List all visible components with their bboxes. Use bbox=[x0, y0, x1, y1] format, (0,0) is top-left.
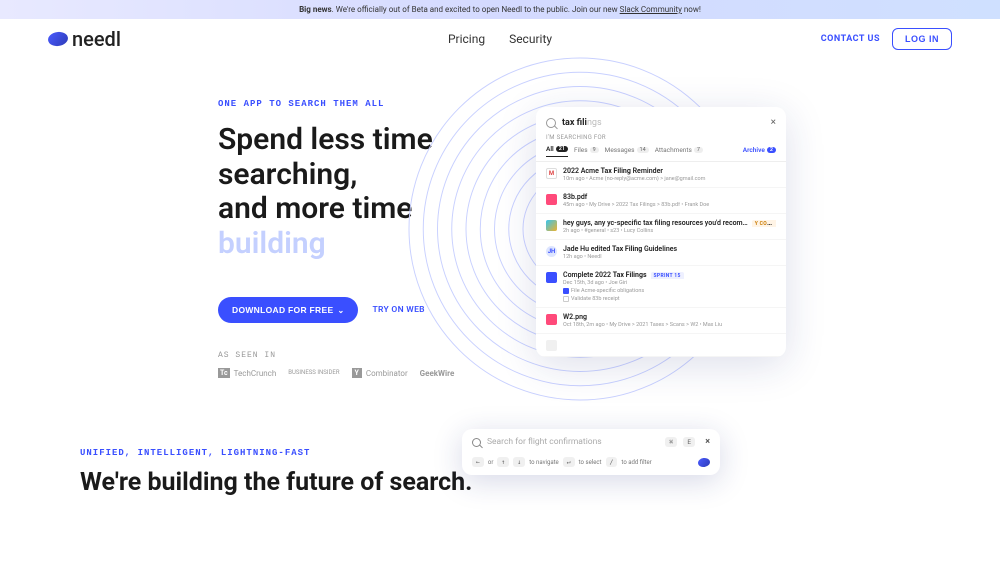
download-label: DOWNLOAD FOR FREE bbox=[232, 305, 333, 315]
tab-files[interactable]: Files9 bbox=[574, 146, 599, 157]
kbd-e: E bbox=[683, 437, 695, 447]
tab-attachments[interactable]: Attachments7 bbox=[655, 146, 703, 157]
app-mockup: tax filings × I'M SEARCHING FOR All21 Fil… bbox=[536, 107, 786, 357]
checkbox-icon bbox=[563, 288, 569, 294]
site-header: needl Pricing Security CONTACT US LOG IN bbox=[0, 19, 1000, 59]
hint-or: or bbox=[488, 459, 493, 466]
close-icon[interactable]: × bbox=[771, 117, 776, 128]
result-meta: Dec 15th, 3d ago • Joe Giri bbox=[563, 280, 776, 286]
banner-bold: Big news bbox=[299, 5, 332, 14]
results-list: M 2022 Acme Tax Filing Reminder 10m ago … bbox=[536, 162, 786, 357]
logo-text: needl bbox=[72, 27, 121, 51]
hint-filter: to add filter bbox=[621, 459, 651, 466]
seen-label: AS SEEN IN bbox=[218, 351, 528, 360]
doc-icon bbox=[546, 272, 557, 283]
result-title: W2.png bbox=[563, 313, 776, 321]
query-ghost: ngs bbox=[587, 118, 602, 128]
mockup-search-bar: tax filings × bbox=[536, 117, 786, 134]
tab-archive[interactable]: Archive2 bbox=[743, 146, 776, 157]
tab-all[interactable]: All21 bbox=[546, 145, 568, 157]
kbd-down-icon: ↓ bbox=[513, 457, 525, 467]
command-bar: Search for flight confirmations ⌘ E × ← … bbox=[462, 429, 720, 475]
header-actions: CONTACT US LOG IN bbox=[821, 28, 952, 50]
kbd-enter-icon: ↵ bbox=[563, 457, 575, 467]
hero-copy: ONE APP TO SEARCH THEM ALL Spend less ti… bbox=[218, 99, 528, 378]
hero-section: ONE APP TO SEARCH THEM ALL Spend less ti… bbox=[0, 59, 1000, 378]
result-title: hey guys, any yc-specific tax filing res… bbox=[563, 219, 776, 227]
slack-icon bbox=[546, 220, 557, 231]
logo[interactable]: needl bbox=[48, 27, 121, 51]
hero-headline: Spend less time searching, and more time… bbox=[218, 123, 528, 261]
checkbox-icon bbox=[563, 296, 569, 302]
banner-text: . We're officially out of Beta and excit… bbox=[332, 5, 620, 14]
kbd-up-icon: ↑ bbox=[497, 457, 509, 467]
result-row[interactable]: 83b.pdf 45m ago • My Drive > 2022 Tax Fi… bbox=[536, 188, 786, 214]
nav-pricing[interactable]: Pricing bbox=[448, 32, 485, 46]
as-seen-in: AS SEEN IN TechCrunch BUSINESS INSIDER C… bbox=[218, 351, 528, 378]
placeholder-icon bbox=[546, 340, 557, 351]
banner-link[interactable]: Slack Community bbox=[620, 5, 682, 14]
logo-mark-icon bbox=[697, 457, 710, 468]
result-meta: 45m ago • My Drive > 2022 Tax Filings > … bbox=[563, 202, 776, 208]
hero-eyebrow: ONE APP TO SEARCH THEM ALL bbox=[218, 99, 528, 109]
login-button[interactable]: LOG IN bbox=[892, 28, 952, 50]
hint-nav: to navigate bbox=[529, 459, 559, 466]
hero-line4: building bbox=[218, 226, 326, 261]
result-tag: Y COMBINATOR bbox=[752, 220, 776, 227]
result-title: 83b.pdf bbox=[563, 193, 776, 201]
search-icon bbox=[546, 118, 556, 128]
kbd-cmd: ⌘ bbox=[665, 437, 677, 447]
banner-suffix: now! bbox=[682, 5, 701, 14]
nav-security[interactable]: Security bbox=[509, 32, 552, 46]
main-nav: Pricing Security bbox=[448, 32, 552, 46]
result-row[interactable]: M 2022 Acme Tax Filing Reminder 10m ago … bbox=[536, 162, 786, 188]
hero-line1: Spend less time bbox=[218, 122, 433, 157]
kbd-slash-icon: / bbox=[606, 457, 618, 467]
result-meta: 10m ago • Acme (no-reply@acme.com) > jan… bbox=[563, 176, 776, 182]
seen-logos: TechCrunch BUSINESS INSIDER Combinator G… bbox=[218, 368, 528, 378]
logo-geekwire: GeekWire bbox=[420, 369, 455, 378]
avatar-icon: JH bbox=[546, 246, 557, 257]
result-row[interactable]: Complete 2022 Tax FilingsSPRINT 15 Dec 1… bbox=[536, 266, 786, 308]
cmdbar-placeholder[interactable]: Search for flight confirmations bbox=[487, 437, 659, 447]
result-row[interactable]: JH Jade Hu edited Tax Filing Guidelines … bbox=[536, 240, 786, 266]
chevron-down-icon: ⌄ bbox=[337, 306, 344, 315]
result-title: 2022 Acme Tax Filing Reminder bbox=[563, 167, 776, 175]
cmdbar-hints: ← or ↑ ↓ to navigate ↵ to select / to ad… bbox=[472, 457, 710, 467]
announcement-banner: Big news. We're officially out of Beta a… bbox=[0, 0, 1000, 19]
result-meta: 2h ago • #general • s23 • Lucy Collins bbox=[563, 228, 776, 234]
result-title: Complete 2022 Tax FilingsSPRINT 15 bbox=[563, 271, 776, 279]
result-tag: SPRINT 15 bbox=[651, 272, 684, 279]
close-icon[interactable]: × bbox=[705, 437, 710, 447]
result-meta: Oct 18th, 2m ago • My Drive > 2021 Taxes… bbox=[563, 322, 776, 328]
logo-techcrunch: TechCrunch bbox=[218, 368, 276, 378]
pdf-icon bbox=[546, 194, 557, 205]
search-query[interactable]: tax filings bbox=[562, 118, 765, 128]
gmail-icon: M bbox=[546, 168, 557, 179]
hero-line3: and more time bbox=[218, 191, 412, 226]
cmdbar-input-row: Search for flight confirmations ⌘ E × bbox=[472, 437, 710, 447]
logo-business-insider: BUSINESS INSIDER bbox=[288, 370, 339, 376]
search-icon bbox=[472, 438, 481, 447]
download-button[interactable]: DOWNLOAD FOR FREE ⌄ bbox=[218, 297, 358, 323]
kbd-left-icon: ← bbox=[472, 457, 484, 467]
result-meta: 12h ago • Needl bbox=[563, 254, 776, 260]
png-icon bbox=[546, 314, 557, 325]
logo-ycombinator: Combinator bbox=[352, 368, 408, 378]
result-row[interactable] bbox=[536, 334, 786, 357]
logo-mark-icon bbox=[47, 31, 69, 48]
cta-row: DOWNLOAD FOR FREE ⌄ TRY ON WEB bbox=[218, 297, 528, 323]
try-web-link[interactable]: TRY ON WEB bbox=[372, 305, 424, 315]
result-row[interactable]: hey guys, any yc-specific tax filing res… bbox=[536, 214, 786, 240]
searching-for-label: I'M SEARCHING FOR bbox=[536, 134, 786, 145]
filter-tabs: All21 Files9 Messages14 Attachments7 Archive… bbox=[536, 145, 786, 162]
hint-sel: to select bbox=[579, 459, 602, 466]
hero-line2: searching, bbox=[218, 157, 357, 192]
result-row[interactable]: W2.png Oct 18th, 2m ago • My Drive > 202… bbox=[536, 308, 786, 334]
tab-messages[interactable]: Messages14 bbox=[605, 146, 649, 157]
result-title: Jade Hu edited Tax Filing Guidelines bbox=[563, 245, 776, 253]
contact-link[interactable]: CONTACT US bbox=[821, 34, 880, 44]
query-typed: tax fili bbox=[562, 118, 587, 128]
